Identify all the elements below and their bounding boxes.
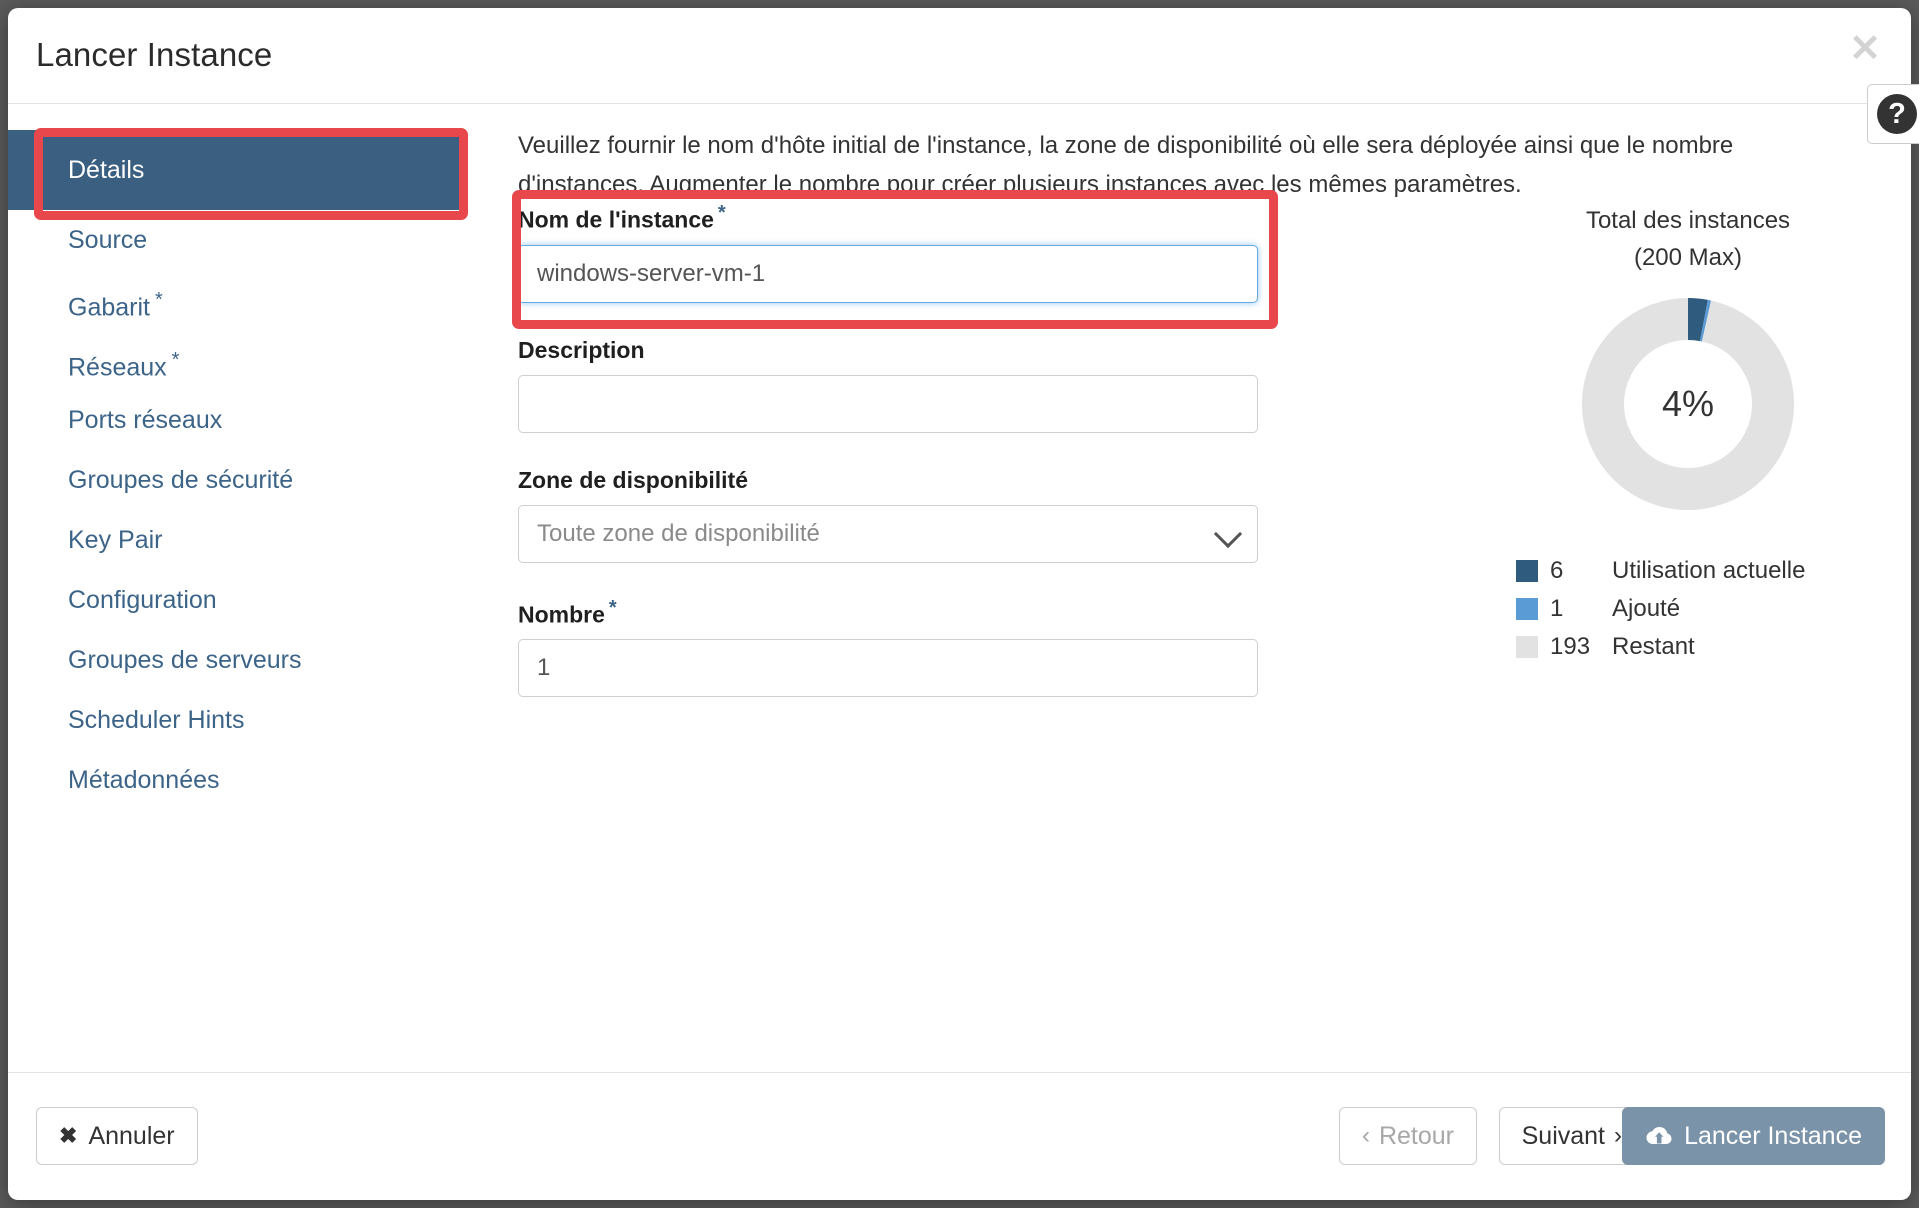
cancel-button[interactable]: ✖ Annuler <box>36 1107 198 1165</box>
sidebar-item-label: Groupes de serveurs <box>68 646 302 674</box>
launch-instance-button-label: Lancer Instance <box>1684 1121 1862 1150</box>
chevron-left-icon: ‹ <box>1361 1122 1370 1149</box>
chevron-right-icon: › <box>1614 1122 1622 1149</box>
sidebar-item-label: Réseaux <box>68 353 167 382</box>
x-icon: ✖ <box>59 1123 78 1148</box>
sidebar-item-label: Métadonnées <box>68 766 220 794</box>
required-asterisk: * <box>608 596 617 619</box>
help-button[interactable]: ? <box>1867 84 1919 144</box>
legend-label: Restant <box>1612 633 1695 660</box>
sidebar-item-configuration[interactable]: Configuration <box>68 570 468 630</box>
modal-body: Détails Source Gabarit * Réseaux * Ports r… <box>8 104 1911 1072</box>
sidebar-item-reseaux[interactable]: Réseaux * <box>68 330 468 390</box>
sidebar-item-label: Source <box>68 226 148 254</box>
quota-donut-chart: 4% <box>1578 294 1798 514</box>
instance-name-field-group: Nom de l'instance * <box>512 190 1278 329</box>
count-field-group: Nombre * <box>518 597 1258 698</box>
back-button[interactable]: ‹ Retour <box>1338 1107 1477 1165</box>
sidebar-item-label: Groupes de sécurité <box>68 466 294 494</box>
details-step-panel: Veuillez fournir le nom d'hôte initial d… <box>468 104 1911 1072</box>
legend-value: 6 <box>1550 557 1564 584</box>
chart-title: Total des instances <box>1585 207 1791 234</box>
description-label: Description <box>518 336 645 363</box>
legend-swatch <box>1516 598 1538 620</box>
legend-label: Utilisation actuelle <box>1612 557 1806 584</box>
required-asterisk: * <box>171 349 180 371</box>
donut-percentage-label: 4% <box>1661 383 1715 424</box>
step-description: Veuillez fournir le nom d'hôte initial d… <box>518 132 1734 198</box>
modal-footer: ✖ Annuler ‹ Retour Suivant › Lancer Inst… <box>8 1072 1911 1200</box>
legend-item-current-usage: 6 Utilisation actuelle <box>1516 552 1898 590</box>
sidebar-item-metadonnees[interactable]: Métadonnées <box>68 750 468 810</box>
required-asterisk: * <box>717 202 726 224</box>
instance-name-label: Nom de l'instance * <box>518 202 726 233</box>
launch-instance-button[interactable]: Lancer Instance <box>1622 1107 1885 1165</box>
instance-name-input[interactable] <box>518 244 1258 303</box>
chart-legend: 6 Utilisation actuelle 1 Ajouté 193 Rest… <box>1478 552 1898 666</box>
chart-subtitle: (200 Max) <box>1633 244 1743 271</box>
sidebar-item-source[interactable]: Source <box>68 210 468 270</box>
page-title: Lancer Instance <box>36 36 273 73</box>
count-input[interactable] <box>518 639 1258 698</box>
sidebar-item-scheduler-hints[interactable]: Scheduler Hints <box>68 690 468 750</box>
legend-swatch <box>1516 636 1538 658</box>
sidebar-item-gabarit[interactable]: Gabarit * <box>68 270 468 330</box>
help-question-icon: ? <box>1877 94 1917 134</box>
count-label: Nombre * <box>518 596 617 628</box>
sidebar-item-key-pair[interactable]: Key Pair <box>68 510 468 570</box>
sidebar-item-label: Détails <box>68 156 145 184</box>
instance-quota-chart-panel: Total des instances (200 Max) 4% 6 Utili… <box>1478 202 1898 666</box>
back-button-label: Retour <box>1378 1121 1454 1150</box>
legend-label: Ajouté <box>1612 595 1681 622</box>
availability-zone-label: Zone de disponibilité <box>518 466 748 493</box>
modal-header: Lancer Instance ✕ <box>8 8 1911 104</box>
cloud-upload-icon <box>1645 1125 1673 1147</box>
legend-item-added: 1 Ajouté <box>1516 590 1898 628</box>
cancel-button-label: Annuler <box>88 1121 175 1150</box>
launch-instance-modal: Lancer Instance ✕ ? Détails Source Gabar… <box>8 8 1919 1200</box>
availability-zone-select[interactable] <box>518 504 1258 563</box>
details-form: Nom de l'instance* Description Zone de d… <box>512 190 1278 731</box>
sidebar-item-details[interactable]: Détails <box>8 130 463 210</box>
legend-swatch <box>1516 560 1538 582</box>
legend-item-remaining: 193 Restant <box>1516 628 1898 666</box>
sidebar-item-groupes-de-serveurs[interactable]: Groupes de serveurs <box>68 630 468 690</box>
sidebar-item-label: Key Pair <box>68 526 163 554</box>
legend-value: 1 <box>1550 595 1564 622</box>
sidebar-item-groupes-de-securite[interactable]: Groupes de sécurité <box>68 450 468 510</box>
sidebar-item-label: Scheduler Hints <box>68 706 245 734</box>
sidebar-item-ports-reseaux[interactable]: Ports réseaux <box>68 390 468 450</box>
wizard-step-sidebar: Détails Source Gabarit * Réseaux * Ports r… <box>8 104 468 810</box>
legend-value: 193 <box>1550 633 1591 660</box>
description-field-group: Description <box>518 337 1258 433</box>
sidebar-item-label: Configuration <box>68 586 217 614</box>
availability-zone-select-wrap <box>518 504 1258 563</box>
availability-zone-field-group: Zone de disponibilité <box>518 467 1258 563</box>
description-input[interactable] <box>518 374 1258 433</box>
next-button-label: Suivant <box>1521 1121 1605 1150</box>
close-icon[interactable]: ✕ <box>1845 30 1885 70</box>
sidebar-item-label: Ports réseaux <box>68 406 223 434</box>
required-asterisk: * <box>154 289 163 311</box>
sidebar-item-label: Gabarit <box>68 293 150 322</box>
